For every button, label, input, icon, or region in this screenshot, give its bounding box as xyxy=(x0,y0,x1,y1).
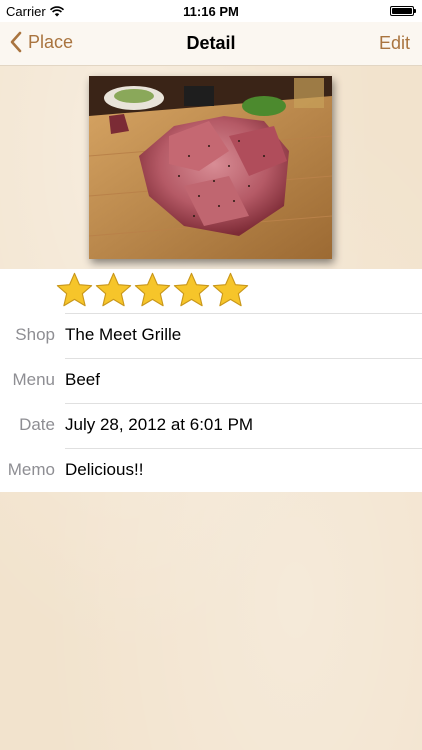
photo-image xyxy=(89,76,332,259)
row-divider xyxy=(65,448,422,449)
shop-label: Shop xyxy=(15,325,55,344)
star-icon[interactable] xyxy=(95,271,132,309)
shop-row[interactable]: Shop The Meet Grille xyxy=(0,313,422,357)
menu-value: Beef xyxy=(65,370,100,389)
edit-button[interactable]: Edit xyxy=(379,33,410,54)
row-divider xyxy=(65,403,422,404)
row-divider xyxy=(65,358,422,359)
row-divider xyxy=(65,313,422,314)
page-title: Detail xyxy=(186,33,236,53)
date-label: Date xyxy=(19,415,55,434)
status-bar: Carrier 11:16 PM xyxy=(0,0,422,22)
navigation-bar: Place Detail Edit xyxy=(0,22,422,66)
date-row[interactable]: Date July 28, 2012 at 6:01 PM xyxy=(0,403,422,447)
shop-value: The Meet Grille xyxy=(65,325,182,344)
date-value: July 28, 2012 at 6:01 PM xyxy=(65,415,254,434)
menu-row[interactable]: Menu Beef xyxy=(0,358,422,402)
battery-icon xyxy=(390,6,416,16)
rating-row[interactable] xyxy=(0,269,422,313)
star-icon[interactable] xyxy=(173,271,210,309)
star-icon[interactable] xyxy=(56,271,93,309)
star-icon[interactable] xyxy=(212,271,249,309)
status-time: 11:16 PM xyxy=(183,4,239,19)
memo-label: Memo xyxy=(7,460,55,479)
menu-label: Menu xyxy=(12,370,55,389)
memo-value: Delicious!! xyxy=(65,460,144,479)
star-icon[interactable] xyxy=(134,271,171,309)
star-rating[interactable] xyxy=(56,271,249,309)
meat-photo[interactable] xyxy=(89,76,332,259)
detail-table: Shop The Meet Grille Menu Beef Date July… xyxy=(0,269,422,492)
memo-row[interactable]: Memo Delicious!! xyxy=(0,448,422,492)
